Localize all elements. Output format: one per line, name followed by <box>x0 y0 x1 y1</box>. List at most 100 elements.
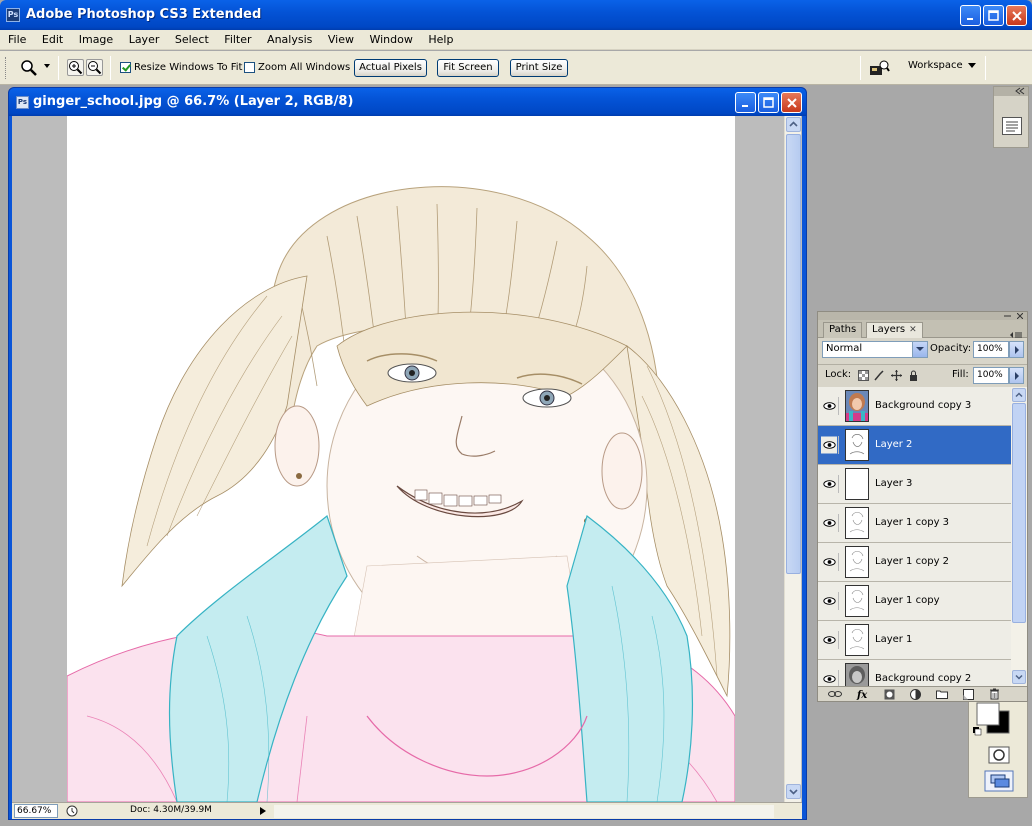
separator <box>985 56 986 80</box>
color-swatches[interactable] <box>969 701 1027 797</box>
layer-thumbnail-sketch <box>846 430 868 460</box>
document-canvas-area[interactable] <box>12 116 802 802</box>
close-button[interactable] <box>1006 5 1027 26</box>
lock-image-pixels-icon[interactable] <box>874 370 885 381</box>
lock-transparency-icon[interactable] <box>858 370 869 381</box>
layer-row[interactable]: Layer 1 copy 2 <box>818 543 1011 582</box>
workspace-menu[interactable]: Workspace <box>908 60 976 71</box>
menu-help[interactable]: Help <box>420 30 457 46</box>
zoom-out-button[interactable] <box>86 59 103 76</box>
link-layers-icon[interactable] <box>828 689 842 699</box>
scroll-up-button[interactable] <box>1012 388 1026 402</box>
menu-select[interactable]: Select <box>167 30 213 46</box>
menu-view[interactable]: View <box>320 30 358 46</box>
layer-name: Layer 1 copy 3 <box>875 517 950 528</box>
zoom-all-windows-checkbox[interactable]: Zoom All Windows <box>244 62 350 73</box>
eye-visibility-icon[interactable] <box>821 397 839 415</box>
layer-row-selected[interactable]: Layer 2 <box>818 426 1011 465</box>
menu-analysis[interactable]: Analysis <box>259 30 316 46</box>
status-info-icon[interactable] <box>66 805 78 817</box>
eye-visibility-icon[interactable] <box>821 514 839 532</box>
tool-preset-dropdown-arrow[interactable] <box>44 64 50 68</box>
layer-thumbnail <box>845 624 869 656</box>
zoom-in-button[interactable] <box>67 59 84 76</box>
new-group-folder-icon[interactable] <box>936 689 948 699</box>
layers-panel-footer: fx <box>818 686 1027 701</box>
eye-visibility-icon[interactable] <box>821 670 839 686</box>
collapse-dock-icon[interactable] <box>1015 87 1025 95</box>
doc-close-button[interactable] <box>781 92 802 113</box>
print-size-button[interactable]: Print Size <box>510 59 568 77</box>
tools-panel-bottom <box>968 700 1028 798</box>
collapse-icon[interactable] <box>1003 313 1013 319</box>
document-window[interactable]: Ps ginger_school.jpg @ 66.7% (Layer 2, R… <box>8 87 807 820</box>
eye-visibility-icon[interactable] <box>821 475 839 493</box>
lock-position-icon[interactable] <box>891 370 902 381</box>
blend-mode-value: Normal <box>826 343 863 354</box>
trash-delete-icon[interactable] <box>989 688 1000 700</box>
resize-windows-checkbox[interactable]: Resize Windows To Fit <box>120 62 242 73</box>
layers-scrollbar[interactable] <box>1011 387 1027 686</box>
layer-row[interactable]: Background copy 3 <box>818 387 1011 426</box>
zoom-level-field[interactable]: 66.67% <box>14 804 58 818</box>
eye-visibility-icon[interactable] <box>821 592 839 610</box>
scroll-down-button[interactable] <box>1012 670 1026 684</box>
tab-paths[interactable]: Paths <box>823 322 863 338</box>
add-mask-icon[interactable] <box>884 689 895 700</box>
opacity-field[interactable]: 100% <box>973 341 1009 358</box>
actual-pixels-button[interactable]: Actual Pixels <box>354 59 427 77</box>
image-canvas[interactable] <box>67 116 735 802</box>
menu-window[interactable]: Window <box>361 30 416 46</box>
eye-visibility-icon[interactable] <box>821 631 839 649</box>
layer-thumbnail-sketch <box>846 586 868 616</box>
opacity-slider-button[interactable] <box>1009 341 1024 358</box>
dock-title-bar[interactable] <box>994 87 1028 96</box>
layer-row[interactable]: Layer 1 copy <box>818 582 1011 621</box>
scroll-thumb[interactable] <box>786 134 801 574</box>
adjustment-layer-icon[interactable] <box>910 689 921 700</box>
fill-field[interactable]: 100% <box>973 367 1009 384</box>
panel-menu-icon[interactable] <box>1009 331 1023 339</box>
menu-edit[interactable]: Edit <box>34 30 67 46</box>
document-horizontal-scrollbar[interactable] <box>274 805 774 818</box>
scroll-thumb[interactable] <box>1012 403 1026 623</box>
document-title-bar[interactable]: Ps ginger_school.jpg @ 66.7% (Layer 2, R… <box>9 88 806 116</box>
doc-maximize-button[interactable] <box>758 92 779 113</box>
layer-row[interactable]: Layer 1 copy 3 <box>818 504 1011 543</box>
scroll-up-button[interactable] <box>786 117 801 132</box>
menu-filter[interactable]: Filter <box>216 30 255 46</box>
layer-name: Layer 1 <box>875 634 913 645</box>
layer-row[interactable]: Layer 1 <box>818 621 1011 660</box>
eye-visibility-icon[interactable] <box>821 436 839 454</box>
fit-screen-button[interactable]: Fit Screen <box>437 59 499 77</box>
layer-style-fx-icon[interactable]: fx <box>856 688 872 700</box>
document-vertical-scrollbar[interactable] <box>784 116 801 802</box>
blend-mode-select[interactable]: Normal <box>822 341 928 358</box>
tab-close-icon[interactable]: ✕ <box>909 325 917 335</box>
close-panel-icon[interactable] <box>1017 313 1023 319</box>
layers-panel-title-bar[interactable] <box>818 312 1027 320</box>
lock-all-icon[interactable] <box>908 370 919 381</box>
menu-layer[interactable]: Layer <box>121 30 164 46</box>
zoom-all-windows-checkbox-box[interactable] <box>244 62 255 73</box>
fill-slider-button[interactable] <box>1009 367 1024 384</box>
layer-row[interactable]: Layer 3 <box>818 465 1011 504</box>
options-bar-grip[interactable] <box>5 57 8 79</box>
app-title-bar[interactable]: Ps Adobe Photoshop CS3 Extended <box>0 0 1032 30</box>
menu-image[interactable]: Image <box>71 30 117 46</box>
resize-windows-checkbox-box[interactable] <box>120 62 131 73</box>
minimize-button[interactable] <box>960 5 981 26</box>
bridge-icon[interactable] <box>868 59 890 77</box>
navigator-panel-icon[interactable] <box>1002 117 1022 135</box>
new-layer-icon[interactable] <box>963 689 974 700</box>
status-menu-arrow-icon[interactable] <box>260 807 266 815</box>
maximize-button[interactable] <box>983 5 1004 26</box>
layer-row[interactable]: Background copy 2 <box>818 660 1011 686</box>
tab-layers[interactable]: Layers ✕ <box>866 322 923 338</box>
scroll-down-button[interactable] <box>786 784 801 799</box>
eye-visibility-icon[interactable] <box>821 553 839 571</box>
chevron-down-icon[interactable] <box>912 342 927 357</box>
doc-minimize-button[interactable] <box>735 92 756 113</box>
menu-file[interactable]: File <box>0 30 30 46</box>
zoom-tool-icon[interactable] <box>20 59 38 77</box>
